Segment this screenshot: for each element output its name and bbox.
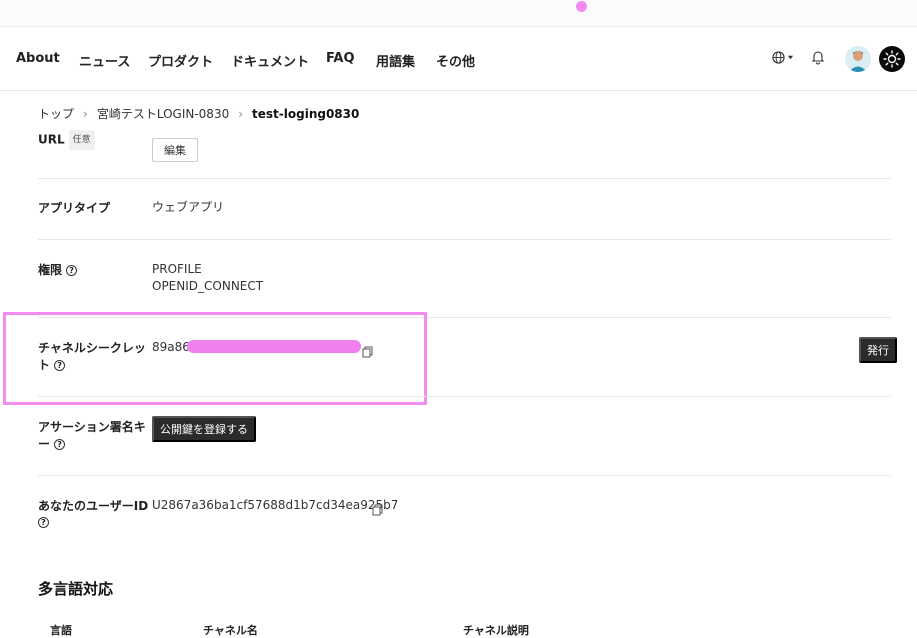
assertion-key-label-line2: ー? (38, 435, 66, 453)
highlight-box (3, 312, 427, 405)
nav-about[interactable]: About (16, 51, 60, 66)
chevron-right-icon: › (83, 106, 88, 121)
divider (38, 239, 891, 240)
section-title-multilingual: 多言語対応 (38, 580, 114, 598)
user-id-value: U2867a36ba1cf57688d1b7cd34ea925b7 (152, 498, 399, 512)
sun-icon (883, 50, 901, 68)
breadcrumb-top[interactable]: トップ (38, 105, 74, 122)
assertion-key-label: アサーション署名キ (38, 420, 146, 434)
breadcrumb: トップ › 宮崎テストLOGIN-0830 › test-loging0830 (38, 105, 359, 122)
nav-products[interactable]: プロダクト (148, 51, 213, 70)
user-avatar-icon (845, 46, 871, 72)
breadcrumb-provider[interactable]: 宮崎テストLOGIN-0830 (97, 105, 229, 122)
globe-icon (772, 51, 785, 64)
column-header-channel-name: チャネル名 (203, 624, 258, 637)
avatar[interactable] (845, 46, 871, 72)
help-icon[interactable]: ? (54, 439, 66, 450)
optional-tag: 任意 (68, 130, 95, 150)
edit-url-button[interactable]: 編集 (152, 138, 198, 162)
app-type-label: アプリタイプ (38, 201, 111, 215)
permission-value-profile: PROFILE (152, 262, 202, 276)
column-header-language: 言語 (50, 624, 72, 637)
column-header-channel-description: チャネル説明 (463, 624, 529, 637)
copy-button[interactable] (372, 499, 383, 518)
divider (38, 396, 891, 397)
language-selector[interactable] (772, 51, 794, 64)
nav-glossary[interactable]: 用語集 (376, 51, 415, 70)
divider (38, 178, 891, 179)
breadcrumb-channel: test-loging0830 (252, 106, 360, 121)
top-nav: About ニュース プロダクト ドキュメント FAQ 用語集 その他 (0, 28, 917, 91)
bell-icon (811, 51, 825, 65)
nav-faq[interactable]: FAQ (326, 51, 355, 66)
url-label: URL 任意 (38, 130, 95, 150)
issue-secret-button[interactable]: 発行 (859, 337, 897, 363)
user-id-label: あなたのユーザーID (38, 499, 149, 513)
theme-toggle-button[interactable] (879, 46, 905, 72)
register-public-key-button[interactable]: 公開鍵を登録する (152, 416, 256, 442)
permission-value-openid: OPENID_CONNECT (152, 279, 264, 293)
copy-icon (372, 504, 383, 515)
chevron-right-icon: › (238, 106, 244, 121)
annotation-dot (576, 1, 587, 12)
nav-other[interactable]: その他 (436, 51, 475, 70)
caret-down-icon (787, 55, 794, 60)
permissions-label: 権限? (38, 261, 78, 279)
notification-button[interactable] (811, 50, 825, 69)
help-icon[interactable]: ? (66, 265, 78, 276)
help-icon[interactable]: ? (38, 517, 49, 528)
divider (38, 475, 891, 476)
app-type-value: ウェブアプリ (152, 200, 225, 214)
top-strip (0, 0, 917, 27)
nav-news[interactable]: ニュース (79, 51, 130, 70)
nav-documents[interactable]: ドキュメント (231, 51, 309, 70)
